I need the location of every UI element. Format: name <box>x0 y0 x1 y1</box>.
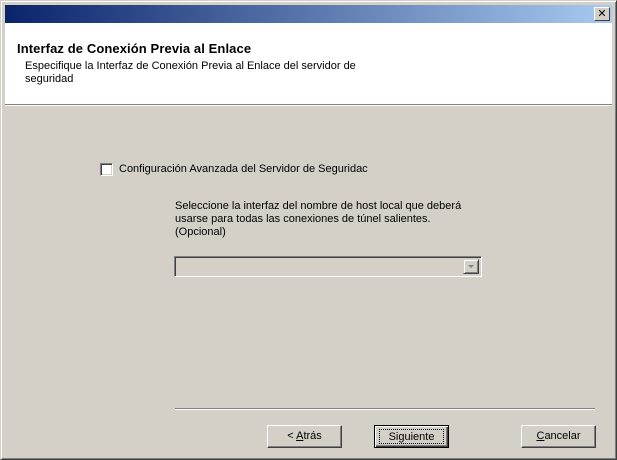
next-button[interactable]: Siguiente <box>374 425 449 448</box>
page-subtitle: Especifique la Interfaz de Conexión Prev… <box>25 60 356 85</box>
next-button-label: Siguiente <box>379 429 444 444</box>
cancel-button[interactable]: Cancelar <box>521 425 596 448</box>
wizard-window: ✕ Interfaz de Conexión Previa al Enlace … <box>0 0 617 460</box>
header-divider <box>5 104 612 106</box>
footer-divider <box>175 408 595 410</box>
back-button[interactable]: < Atrás <box>267 425 342 448</box>
page-title: Interfaz de Conexión Previa al Enlace <box>17 41 252 56</box>
interface-description: Seleccione la interfaz del nombre de hos… <box>175 200 462 238</box>
interface-select[interactable] <box>174 256 482 277</box>
close-button[interactable]: ✕ <box>594 7 610 21</box>
advanced-config-checkbox[interactable] <box>100 162 113 176</box>
close-icon: ✕ <box>597 7 607 20</box>
title-bar[interactable]: ✕ <box>5 5 612 23</box>
advanced-config-option[interactable]: Configuración Avanzada del Servidor de S… <box>100 162 368 176</box>
dropdown-arrow-icon[interactable] <box>463 259 479 274</box>
wizard-header: Interfaz de Conexión Previa al Enlace Es… <box>5 23 612 104</box>
advanced-config-label[interactable]: Configuración Avanzada del Servidor de S… <box>119 163 368 175</box>
